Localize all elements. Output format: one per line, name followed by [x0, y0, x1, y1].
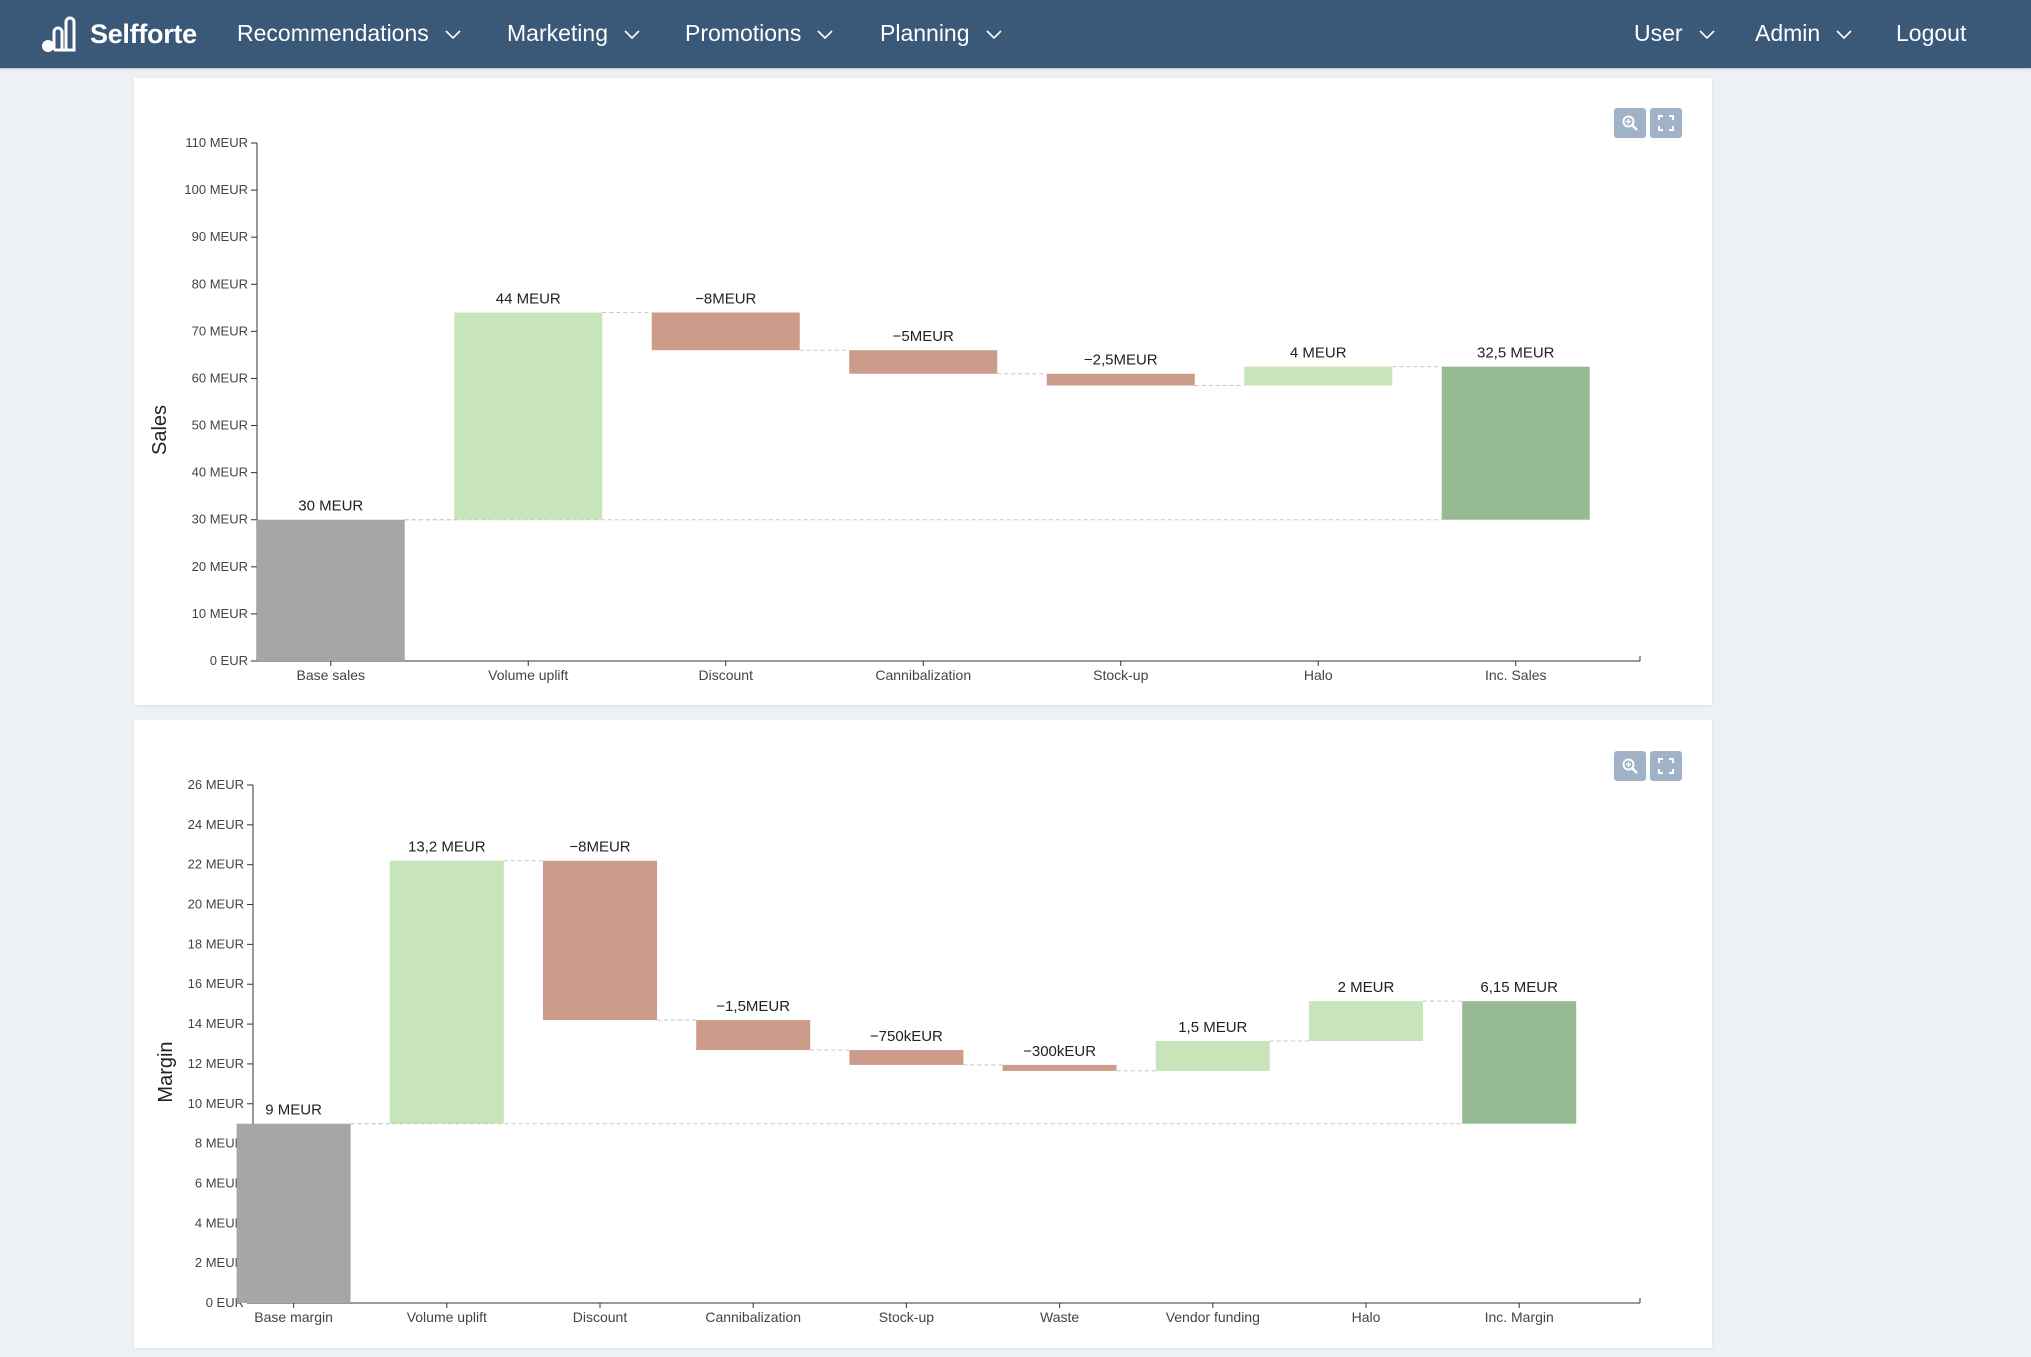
nav-logout[interactable]: Logout [1896, 0, 1966, 66]
x-category-label: Inc. Sales [1485, 667, 1546, 683]
waterfall-bar [1244, 366, 1393, 386]
nav-planning[interactable]: Planning [880, 0, 1002, 66]
y-tick-label: 24 MEUR [188, 817, 244, 832]
waterfall-bar [1155, 1041, 1270, 1071]
x-category-label: Discount [699, 667, 754, 683]
waterfall-bar [236, 1123, 351, 1303]
nav-marketing[interactable]: Marketing [507, 0, 640, 66]
nav-user[interactable]: User [1634, 0, 1715, 66]
chevron-down-icon [445, 30, 461, 40]
logo-icon [42, 16, 76, 52]
nav-label: Logout [1896, 19, 1967, 46]
x-category-label: Stock-up [1093, 667, 1148, 683]
chevron-down-icon [817, 30, 833, 40]
y-tick-label: 90 MEUR [192, 229, 248, 244]
bar-value-label: 4 MEUR [1290, 345, 1347, 362]
brand-logo[interactable]: Selfforte [40, 12, 197, 56]
x-category-label: Cannibalization [875, 667, 971, 683]
y-tick-label: 26 MEUR [188, 777, 244, 792]
x-category-label: Cannibalization [705, 1309, 801, 1325]
y-axis-title: Sales [149, 405, 171, 455]
sales-waterfall-chart: 0 EUR 10 MEUR 20 MEUR 30 MEUR 40 MEUR 50 MEUR… [149, 135, 1641, 683]
y-tick-label: 40 MEUR [192, 465, 248, 480]
brand-name: Selfforte [90, 18, 197, 49]
nav-label: Marketing [507, 19, 608, 46]
waterfall-bar [256, 519, 405, 661]
y-tick-label: 0 EUR [210, 653, 248, 668]
y-tick-label: 14 MEUR [188, 1016, 244, 1031]
nav-label: Promotions [685, 19, 802, 46]
bar-value-label: −300kEUR [1023, 1043, 1096, 1060]
sales-chart-panel: 0 EUR 10 MEUR 20 MEUR 30 MEUR 40 MEUR 50 MEUR… [134, 78, 1712, 705]
waterfall-bar [389, 860, 504, 1124]
y-tick-label: 18 MEUR [188, 936, 244, 951]
x-category-label: Base sales [297, 667, 365, 683]
chevron-down-icon [624, 30, 640, 40]
waterfall-bar [543, 860, 657, 1021]
waterfall-bar [1462, 1001, 1577, 1124]
waterfall-bar [1002, 1064, 1117, 1071]
x-category-label: Volume uplift [407, 1309, 487, 1325]
chevron-down-icon [985, 30, 1002, 40]
nav-label: Recommendations [237, 19, 429, 46]
y-tick-label: 22 MEUR [188, 857, 244, 872]
y-tick-label: 110 MEUR [185, 135, 248, 150]
nav-admin[interactable]: Admin [1755, 0, 1852, 66]
y-tick-label: 16 MEUR [188, 976, 244, 991]
bar-value-label: 32,5 MEUR [1477, 345, 1555, 362]
margin-chart-panel: 0 EUR 2 MEUR 4 MEUR 6 MEUR 8 MEUR 10 MEUR 12 M… [134, 720, 1712, 1348]
chevron-down-icon [1836, 30, 1852, 40]
y-tick-label: 20 MEUR [188, 897, 244, 912]
x-category-label: Halo [1304, 667, 1333, 683]
nav-label: Admin [1755, 19, 1821, 46]
y-tick-label: 20 MEUR [192, 559, 248, 574]
x-category-label: Vendor funding [1166, 1309, 1260, 1325]
bar-value-label: 13,2 MEUR [408, 839, 486, 856]
bar-value-label: 44 MEUR [496, 291, 561, 308]
nav-promotions[interactable]: Promotions [685, 0, 833, 66]
waterfall-bar [1046, 373, 1195, 386]
x-category-label: Waste [1040, 1309, 1079, 1325]
nav-label: Planning [880, 19, 970, 46]
y-tick-label: 12 MEUR [188, 1056, 244, 1071]
waterfall-bar [1441, 366, 1590, 520]
y-tick-label: 70 MEUR [192, 323, 248, 338]
waterfall-bar [696, 1020, 811, 1050]
y-tick-label: 60 MEUR [192, 370, 248, 385]
y-tick-label: 80 MEUR [192, 276, 248, 291]
y-tick-label: 30 MEUR [192, 512, 248, 527]
bar-value-label: 2 MEUR [1338, 979, 1395, 996]
x-category-label: Discount [573, 1309, 628, 1325]
chevron-down-icon [1698, 30, 1715, 40]
bar-value-label: −8MEUR [569, 839, 630, 856]
y-tick-label: 10 MEUR [188, 1096, 244, 1111]
y-tick-label: 100 MEUR [184, 182, 248, 197]
bar-value-label: 1,5 MEUR [1178, 1019, 1247, 1036]
x-category-label: Stock-up [879, 1309, 934, 1325]
x-category-label: Inc. Margin [1485, 1309, 1554, 1325]
x-category-label: Base margin [254, 1309, 333, 1325]
nav-label: User [1634, 19, 1683, 46]
bar-value-label: −8MEUR [695, 291, 756, 308]
bar-value-label: 30 MEUR [298, 498, 363, 515]
waterfall-bar [651, 312, 800, 351]
y-tick-label: 50 MEUR [192, 418, 248, 433]
waterfall-bar [849, 1049, 964, 1065]
x-category-label: Halo [1352, 1309, 1381, 1325]
bar-value-label: −5MEUR [893, 328, 954, 345]
waterfall-bar [454, 312, 603, 520]
bar-value-label: −750kEUR [870, 1028, 943, 1045]
waterfall-bar [849, 350, 998, 374]
y-tick-label: 10 MEUR [192, 606, 248, 621]
margin-waterfall-chart: 0 EUR2 MEUR4 MEUR6 MEUR8 MEUR10 MEUR12 M… [155, 777, 1641, 1325]
waterfall-bar [1309, 1001, 1423, 1042]
y-axis-title: Margin [155, 1041, 177, 1102]
top-navbar: Selfforte Recommendations Marketing Prom… [0, 0, 2031, 68]
bar-value-label: 9 MEUR [265, 1102, 322, 1119]
nav-recommendations[interactable]: Recommendations [237, 0, 461, 66]
x-category-label: Volume uplift [488, 667, 568, 683]
bar-value-label: −1,5MEUR [716, 998, 790, 1015]
bar-value-label: −2,5MEUR [1084, 352, 1158, 369]
bar-value-label: 6,15 MEUR [1480, 979, 1558, 996]
